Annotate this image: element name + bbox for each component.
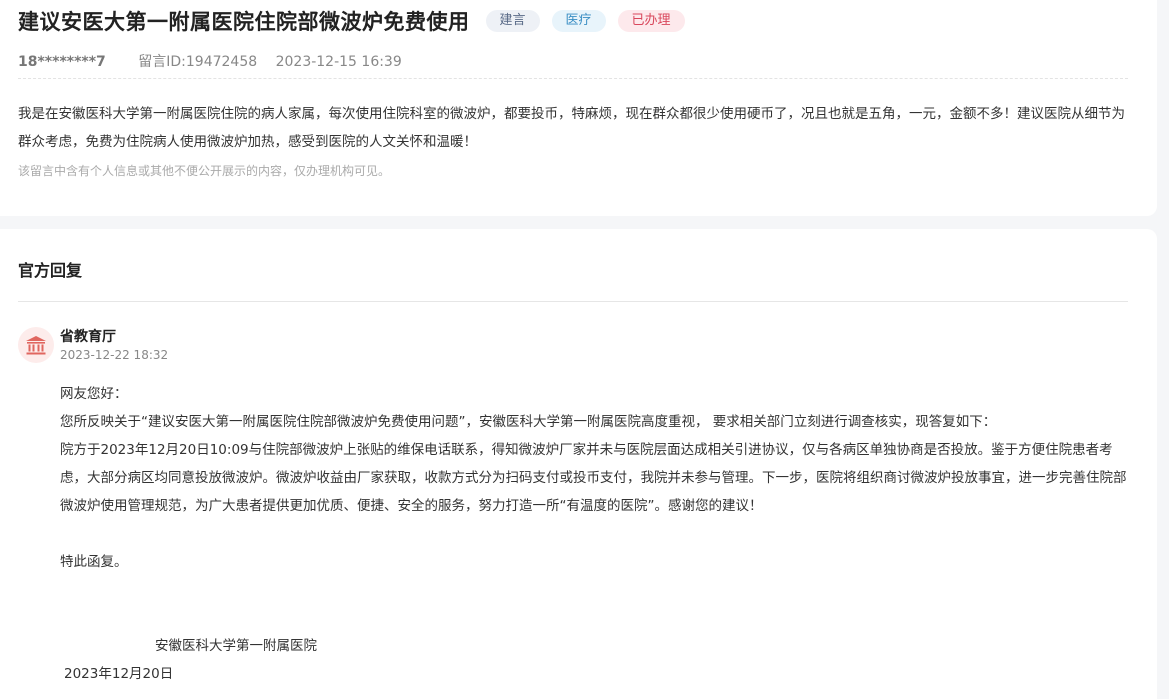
message-datetime: 2023-12-15 16:39 — [275, 54, 402, 70]
title-row: 建议安医大第一附属医院住院部微波炉免费使用 建言 医疗 已办理 — [18, 6, 685, 36]
reply-paragraph: 院方于2023年12月20日10:09与住院部微波炉上张贴的维保电话联系，得知微… — [60, 442, 1127, 514]
message-card: 建议安医大第一附属医院住院部微波炉免费使用 建言 医疗 已办理 18******… — [0, 0, 1157, 216]
category-tag[interactable]: 建言 — [485, 10, 540, 32]
message-id: 留言ID:19472458 — [138, 54, 258, 70]
message-title: 建议安医大第一附属医院住院部微波炉免费使用 — [18, 10, 470, 34]
government-building-icon — [18, 327, 54, 363]
reply-intro: 您所反映关于“建议安医大第一附属医院住院部微波炉免费使用问题”，安徽医科大学第一… — [60, 414, 997, 430]
message-content: 我是在安徽医科大学第一附属医院住院的病人家属，每次使用住院科室的微波炉，都要投币… — [18, 106, 1125, 150]
status-badge: 已办理 — [617, 10, 685, 32]
reply-divider — [18, 301, 1128, 302]
privacy-notice: 该留言中含有个人信息或其他不便公开展示的内容，仅办理机构可见。 — [18, 164, 391, 178]
reply-closing: 特此函复。 — [60, 554, 128, 570]
reply-signature-org: 安徽医科大学第一附属医院 — [155, 638, 317, 654]
reply-body: 网友您好： 您所反映关于“建议安医大第一附属医院住院部微波炉免费使用问题”，安徽… — [60, 380, 1132, 576]
author-id: 18********7 — [18, 54, 106, 70]
message-meta: 18********7 留言ID:19472458 2023-12-15 16:… — [18, 51, 402, 71]
official-reply-card: 官方回复 省教育厅 2023-12-22 18:32 网友您好： 您所反映关于“… — [0, 229, 1157, 699]
reply-heading: 官方回复 — [18, 261, 83, 280]
reply-signature-date: 2023年12月20日 — [64, 666, 174, 682]
field-tag[interactable]: 医疗 — [551, 10, 606, 32]
meta-divider — [18, 78, 1128, 80]
reply-greeting: 网友您好： — [60, 386, 128, 402]
reply-org-time: 2023-12-22 18:32 — [60, 348, 169, 362]
reply-org-name: 省教育厅 — [60, 329, 116, 345]
